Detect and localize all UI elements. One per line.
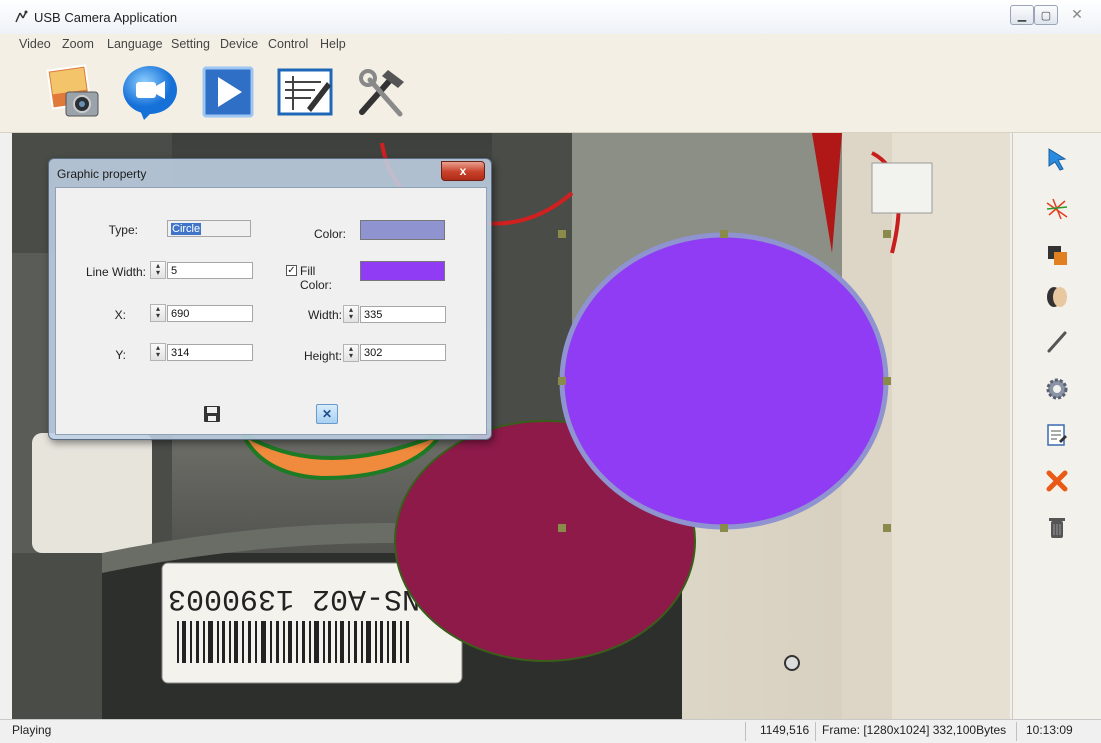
width-input[interactable]: 335 [360,306,446,323]
edit-notes-icon[interactable] [275,62,335,122]
y-spinner[interactable]: ▴ ▾ [150,343,166,361]
dialog-body: Type: Circle Color: Line Width: ▴ ▾ 5 ✓ F… [55,187,487,435]
fill-color-label: Fill Color: [300,264,333,292]
menu-video[interactable]: Video [19,37,51,51]
delete-icon[interactable] [1043,467,1071,495]
line-color-swatch[interactable] [360,220,445,240]
ellipse-icon[interactable] [1043,283,1071,311]
status-separator [745,722,746,741]
type-label: Type: [108,223,138,237]
width-label: Width: [307,308,342,322]
x-input[interactable]: 690 [167,305,253,322]
selected-circle-shape[interactable] [559,232,889,530]
status-coords: 1149,516 [760,723,810,737]
save-icon[interactable] [202,404,222,424]
dialog-title: Graphic property [57,167,147,181]
drawing-toolbar [1012,133,1101,719]
toolbar [0,54,1101,133]
menu-zoom[interactable]: Zoom [62,37,94,51]
snapshot-camera-icon[interactable] [44,62,104,122]
x-label: X: [114,308,126,322]
tools-icon[interactable] [352,62,412,122]
trash-icon[interactable] [1043,513,1071,541]
status-state: Playing [12,723,52,737]
line-icon[interactable] [1043,195,1071,223]
menu-control[interactable]: Control [268,37,308,51]
y-input[interactable]: 314 [167,344,253,361]
line-width-label: Line Width: [85,265,146,279]
minimize-button[interactable]: ▁ [1010,5,1034,25]
type-field: Circle [167,220,251,237]
status-separator [1016,722,1017,741]
record-video-icon[interactable] [120,62,180,122]
menu-device[interactable]: Device [220,37,258,51]
fill-color-swatch[interactable] [360,261,445,281]
status-bar: Playing 1149,516 Frame: [1280x1024] 332,… [0,719,1101,743]
color-label: Color: [313,227,346,241]
height-spinner[interactable]: ▴ ▾ [343,344,359,362]
status-separator [815,722,816,741]
shapes-icon[interactable] [1043,241,1071,269]
y-label: Y: [115,348,126,362]
app-icon [15,10,28,23]
title-bar: USB Camera Application ▁ ▢ ✕ [0,0,1101,35]
type-value: Circle [171,223,202,235]
play-icon[interactable] [198,62,258,122]
status-time: 10:13:09 [1026,723,1073,737]
window-title: USB Camera Application [34,10,178,25]
pen-icon[interactable] [1043,327,1071,355]
cancel-icon[interactable]: ✕ [316,404,338,424]
height-input[interactable]: 302 [360,344,446,361]
status-frame: Frame: [1280x1024] 332,100Bytes [822,723,1007,737]
line-width-input[interactable]: 5 [167,262,253,279]
graphic-property-dialog: Graphic property x Type: Circle Color: L… [48,158,492,440]
menu-help[interactable]: Help [320,37,346,51]
properties-icon[interactable] [1043,421,1071,449]
close-window-button[interactable]: ✕ [1066,5,1088,23]
dialog-close-button[interactable]: x [441,161,485,181]
maximize-button[interactable]: ▢ [1034,5,1058,25]
fill-color-checkbox[interactable]: ✓ [286,265,297,276]
select-arrow-icon[interactable] [1043,145,1071,173]
menu-bar: Video Zoom Language Setting Device Contr… [0,34,1101,54]
line-width-spinner[interactable]: ▴ ▾ [150,261,166,279]
x-spinner[interactable]: ▴ ▾ [150,304,166,322]
menu-setting[interactable]: Setting [171,37,210,51]
height-label: Height: [303,349,342,363]
menu-language[interactable]: Language [107,37,163,51]
width-spinner[interactable]: ▴ ▾ [343,305,359,323]
settings-gear-icon[interactable] [1043,375,1071,403]
